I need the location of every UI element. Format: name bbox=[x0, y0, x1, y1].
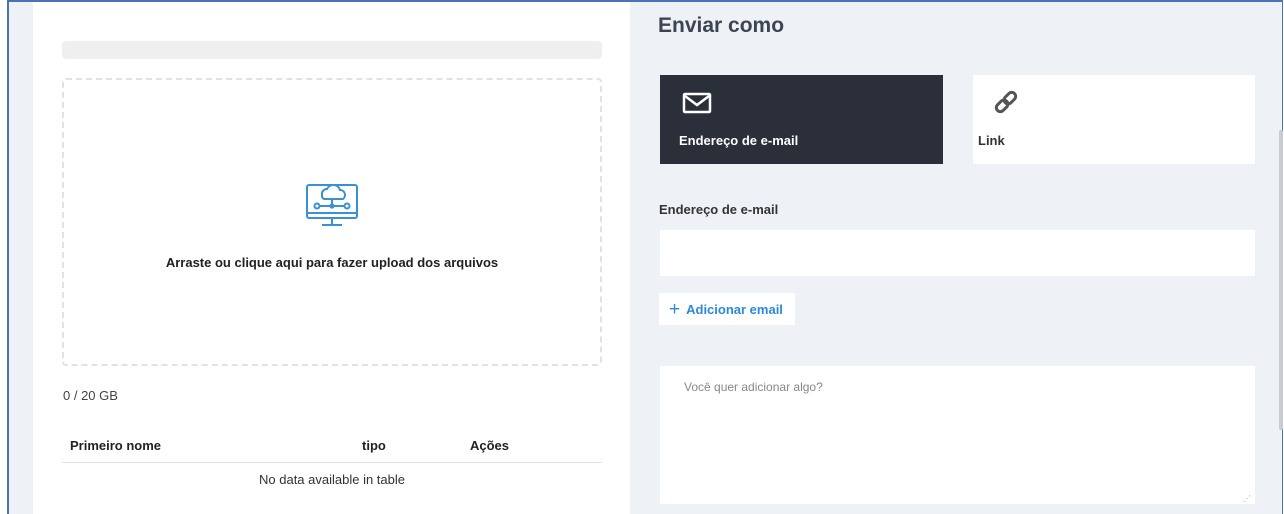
add-email-button[interactable]: + Adicionar email bbox=[659, 293, 795, 325]
scrollbar[interactable] bbox=[1279, 130, 1283, 430]
send-option-link-label: Link bbox=[978, 133, 1005, 148]
resize-grip-icon[interactable]: ⋰ bbox=[1243, 494, 1251, 503]
send-option-email[interactable]: Endereço de e-mail bbox=[660, 75, 943, 164]
add-email-label: Adicionar email bbox=[686, 301, 783, 317]
dropzone-text: Arraste ou clique aqui para fazer upload… bbox=[165, 255, 499, 270]
email-field-label: Endereço de e-mail bbox=[659, 202, 779, 217]
send-option-email-label: Endereço de e-mail bbox=[679, 133, 799, 148]
upload-progress-bar bbox=[62, 41, 602, 59]
file-dropzone[interactable]: Arraste ou clique aqui para fazer upload… bbox=[62, 78, 602, 366]
files-table-header: Primeiro nome tipo Ações bbox=[62, 430, 602, 463]
column-header-actions: Ações bbox=[470, 438, 510, 453]
send-option-link[interactable]: Link bbox=[973, 75, 1255, 164]
cloud-computer-upload-icon bbox=[304, 173, 360, 234]
table-empty-message: No data available in table bbox=[259, 472, 405, 487]
email-field[interactable] bbox=[660, 230, 1255, 276]
envelope-icon bbox=[682, 92, 712, 119]
link-icon bbox=[992, 88, 1020, 121]
column-header-name[interactable]: Primeiro nome bbox=[70, 438, 161, 453]
plus-icon: + bbox=[669, 298, 681, 320]
message-textarea[interactable] bbox=[660, 366, 1255, 504]
column-header-type[interactable]: tipo bbox=[362, 438, 386, 453]
storage-usage: 0 / 20 GB bbox=[63, 388, 118, 403]
send-as-title: Enviar como bbox=[658, 14, 785, 37]
